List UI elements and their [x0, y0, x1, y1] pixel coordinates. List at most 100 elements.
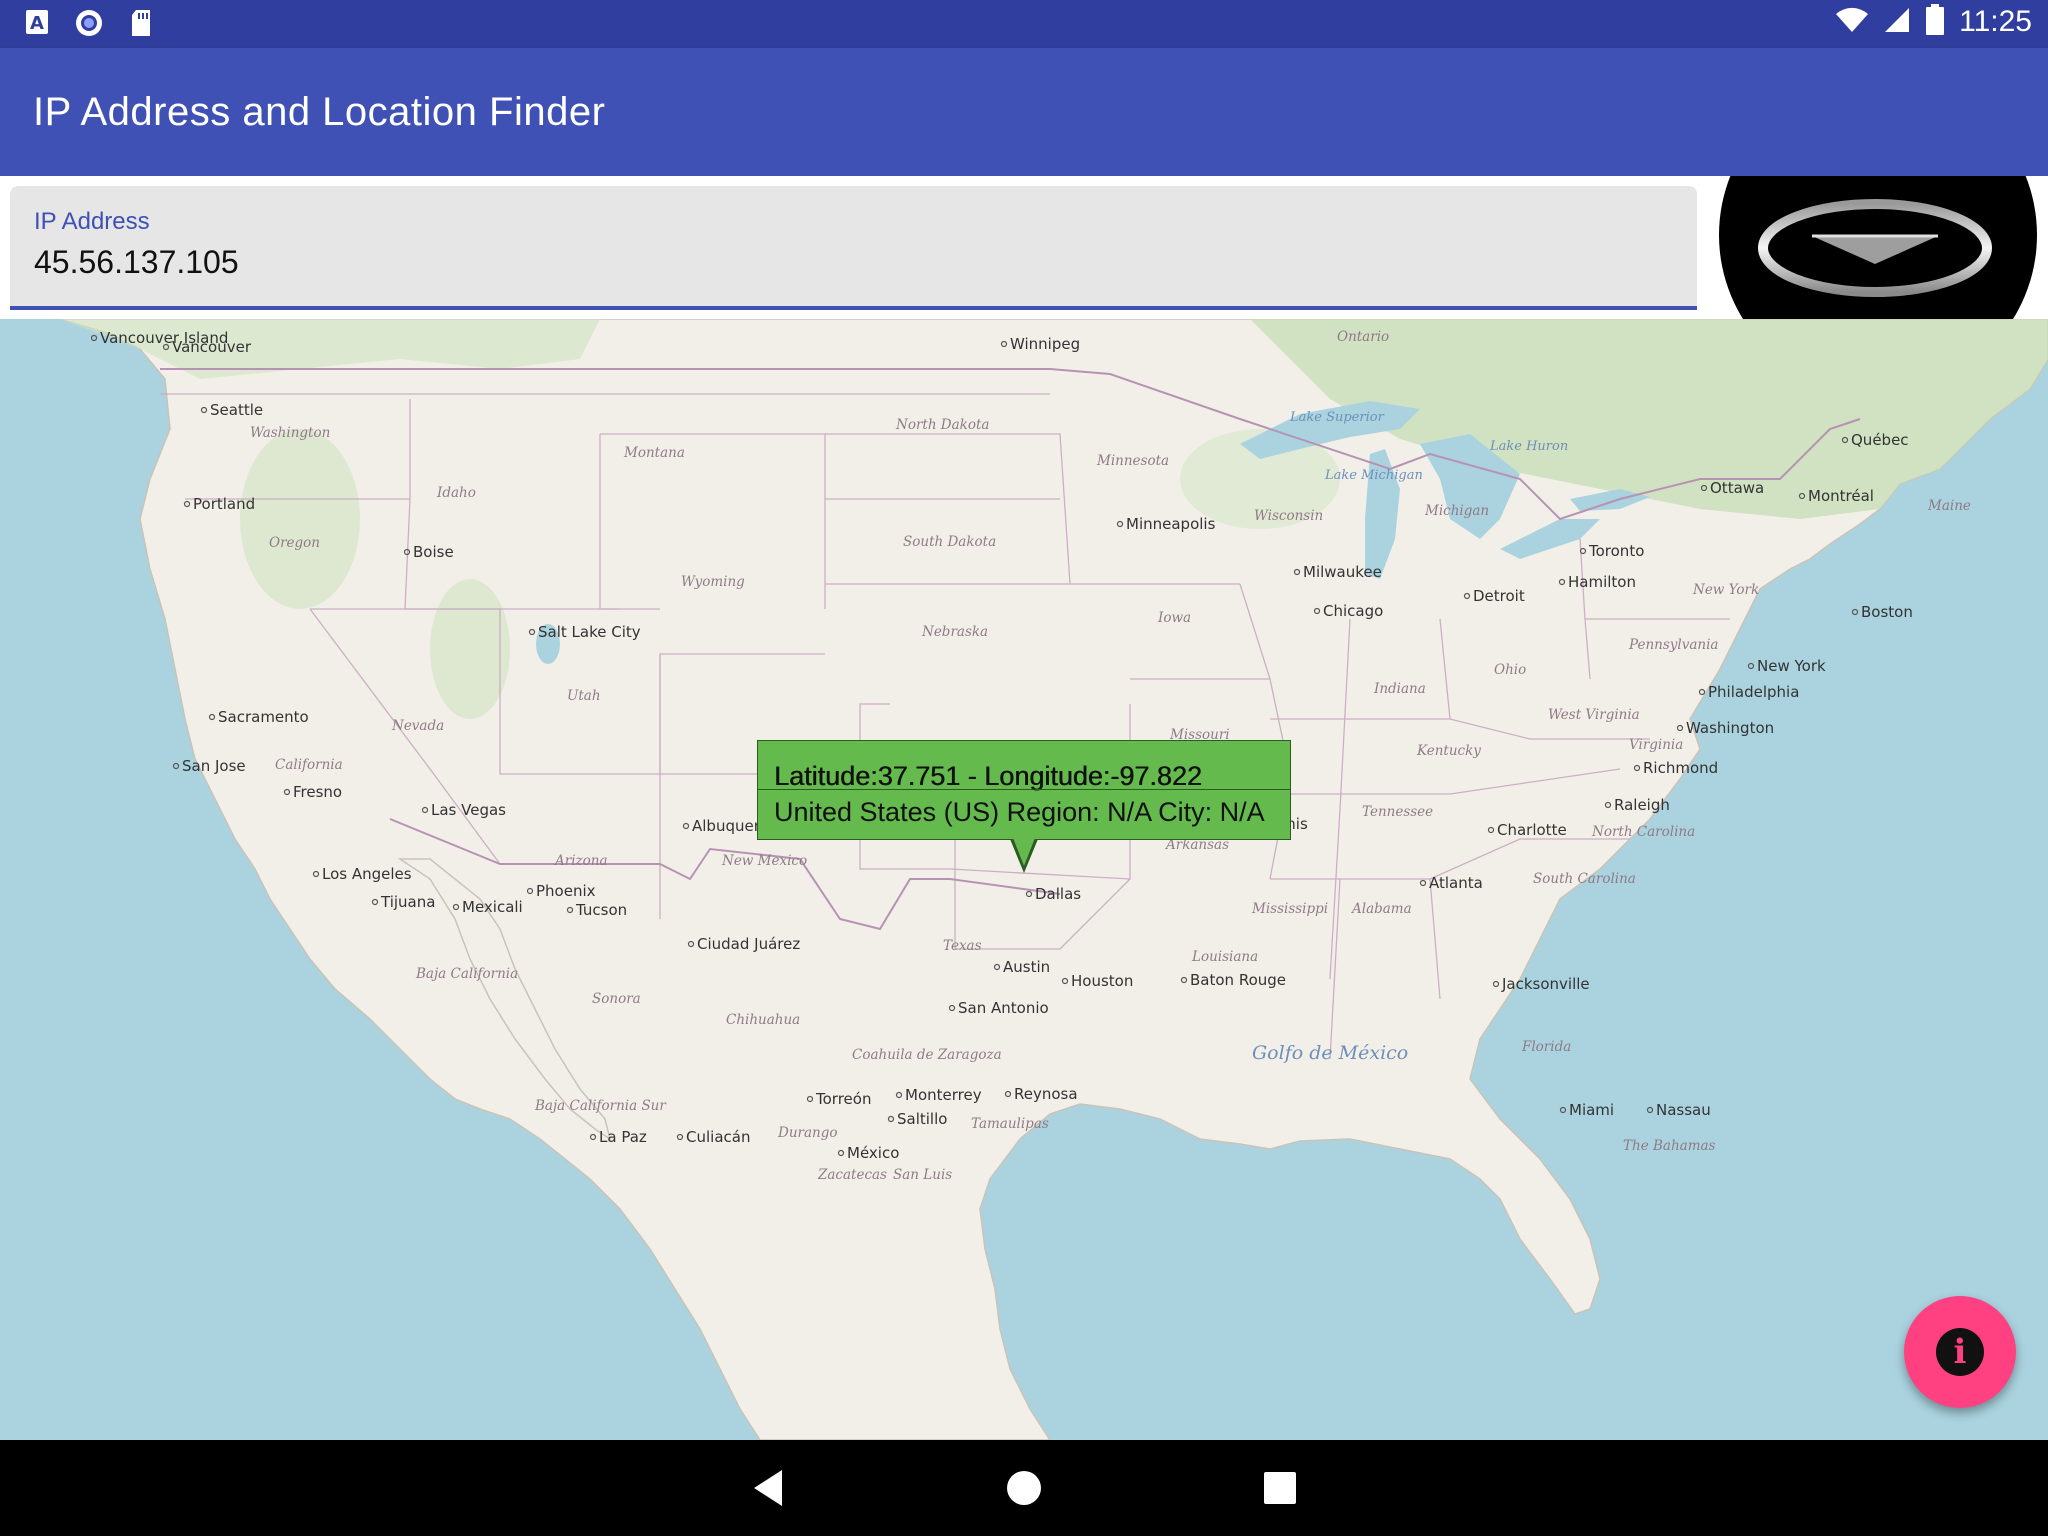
city-label: San Jose — [182, 757, 246, 775]
region-label: The Bahamas — [1623, 1138, 1716, 1154]
sd-card-icon — [128, 8, 154, 42]
city-label: Las Vegas — [431, 801, 506, 819]
info-icon: i — [1936, 1328, 1984, 1376]
region-label: Ohio — [1494, 662, 1526, 678]
city-label: Minneapolis — [1126, 515, 1216, 533]
region-label: San Luis — [893, 1167, 952, 1183]
city-label: Reynosa — [1014, 1085, 1078, 1103]
region-label: North Dakota — [895, 417, 989, 433]
map-canvas[interactable]: Lake Superior Lake Michigan Lake Huron G… — [0, 319, 2048, 1440]
city-label: Charlotte — [1497, 821, 1567, 839]
region-label: Wisconsin — [1254, 508, 1323, 524]
city-label: Philadelphia — [1708, 683, 1799, 701]
forest-patch — [430, 579, 510, 719]
city-label: Jacksonville — [1501, 975, 1590, 993]
region-label: Zacatecas — [817, 1167, 887, 1183]
city-label: Austin — [1003, 958, 1050, 976]
city-label: Ciudad Juárez — [697, 935, 800, 953]
ip-address-input[interactable]: 45.56.137.105 — [34, 244, 239, 281]
navigation-bar — [0, 1440, 2048, 1536]
circle-icon — [74, 8, 104, 42]
region-label: Mississippi — [1251, 901, 1328, 917]
city-label: Raleigh — [1614, 796, 1670, 814]
region-label: Arizona — [553, 853, 608, 869]
region-label: Kentucky — [1416, 743, 1481, 759]
popup-divider — [758, 789, 1290, 790]
region-label: Alabama — [1350, 901, 1412, 917]
back-icon[interactable] — [740, 1460, 796, 1516]
city-label: Culiacán — [686, 1128, 750, 1146]
map-water-label: Lake Michigan — [1324, 468, 1423, 483]
city-label: Seattle — [210, 401, 263, 419]
region-label: Montana — [623, 445, 685, 461]
region-label: Washington — [250, 425, 330, 441]
city-label: Vancouver — [172, 338, 252, 356]
city-label: Houston — [1071, 972, 1133, 990]
region-label: Minnesota — [1096, 453, 1169, 469]
region-label: Iowa — [1157, 610, 1191, 626]
region-label: Coahuila de Zaragoza — [852, 1047, 1002, 1063]
popup-description: United States (US) Region: N/A City: N/A — [774, 797, 1265, 827]
city-label: Dallas — [1035, 885, 1081, 903]
region-label: Wyoming — [681, 574, 745, 590]
info-fab-button[interactable]: i — [1904, 1296, 2016, 1408]
region-label: West Virginia — [1548, 707, 1640, 723]
city-label: San Antonio — [958, 999, 1049, 1017]
region-label: South Dakota — [903, 534, 996, 550]
font-a-icon: A — [24, 8, 50, 42]
home-icon[interactable] — [996, 1460, 1052, 1516]
region-label: California — [275, 757, 343, 773]
forest-patch — [240, 429, 360, 609]
city-label: Tijuana — [380, 893, 435, 911]
city-label: Salt Lake City — [538, 623, 641, 641]
region-label: Pennsylvania — [1628, 637, 1718, 653]
city-label: Chicago — [1323, 602, 1383, 620]
region-label: South Carolina — [1533, 871, 1636, 887]
popup-pointer-fill — [1013, 838, 1035, 866]
city-label: Washington — [1686, 719, 1774, 737]
wifi-icon — [1835, 6, 1869, 38]
city-label: Detroit — [1473, 587, 1525, 605]
status-time: 11:25 — [1959, 5, 2032, 38]
ip-address-field[interactable]: IP Address 45.56.137.105 — [10, 186, 1697, 310]
region-label: Idaho — [436, 485, 476, 501]
recents-icon[interactable] — [1252, 1460, 1308, 1516]
region-label: Chihuahua — [726, 1012, 800, 1028]
dropdown-arrow-icon — [1758, 199, 1992, 297]
city-label: Monterrey — [905, 1086, 982, 1104]
region-label: Baja California — [415, 966, 518, 982]
region-label: Baja California Sur — [534, 1098, 667, 1114]
region-label: Virginia — [1629, 737, 1683, 753]
location-popup[interactable]: Latitude:37.751 - Longitude:-97.822 Unit… — [757, 740, 1291, 840]
svg-text:A: A — [30, 13, 44, 34]
city-label: Montréal — [1808, 487, 1874, 505]
region-label: Tamaulipas — [971, 1116, 1049, 1132]
map-water-label: Golfo de México — [1252, 1042, 1408, 1064]
city-label: Portland — [193, 495, 255, 513]
city-label: Los Angeles — [322, 865, 412, 883]
city-label: Richmond — [1643, 759, 1718, 777]
city-label: Atlanta — [1429, 874, 1483, 892]
region-label: Durango — [777, 1125, 837, 1141]
search-button[interactable] — [1719, 176, 2037, 319]
app-bar: IP Address and Location Finder — [0, 48, 2048, 176]
region-label: Nevada — [391, 718, 444, 734]
city-label: Saltillo — [897, 1110, 947, 1128]
region-label: Texas — [943, 938, 982, 954]
city-label: Québec — [1851, 431, 1909, 449]
city-label: Nassau — [1656, 1101, 1711, 1119]
region-label: Sonora — [592, 991, 641, 1007]
popup-title: Latitude:37.751 - Longitude:-97.822 — [774, 761, 1202, 791]
region-label: Indiana — [1373, 681, 1426, 697]
city-label: Phoenix — [536, 882, 596, 900]
city-label: Hamilton — [1568, 573, 1636, 591]
city-label: Mexicali — [462, 898, 523, 916]
ip-address-label: IP Address — [34, 208, 150, 235]
region-label: New Mexico — [721, 853, 807, 869]
map-view[interactable]: Lake Superior Lake Michigan Lake Huron G… — [0, 319, 2048, 1440]
city-label: Winnipeg — [1010, 335, 1080, 353]
city-label: Boise — [413, 543, 454, 561]
region-label: Nebraska — [921, 624, 988, 640]
city-label: New York — [1757, 657, 1826, 675]
city-label: México — [847, 1144, 899, 1162]
